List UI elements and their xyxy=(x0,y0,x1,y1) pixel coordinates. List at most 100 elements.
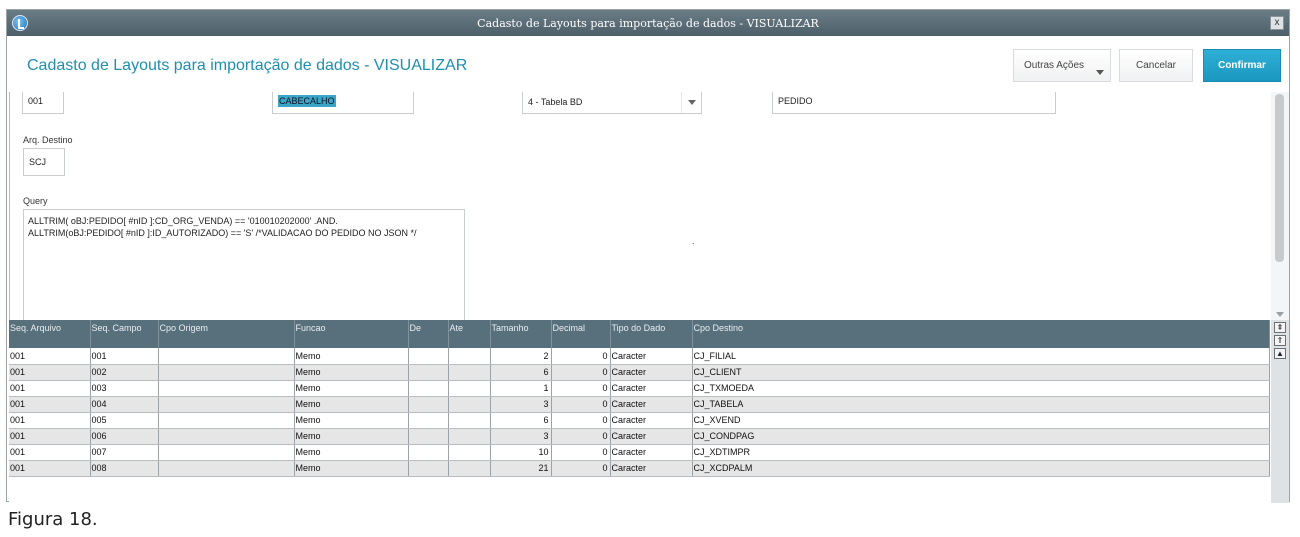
table-row[interactable]: 001 003 Memo 1 0 Caracter CJ_TXMOEDA xyxy=(9,380,1270,397)
seq-arquivo-field[interactable]: 001 xyxy=(22,92,64,114)
table-cell: Memo xyxy=(294,444,409,461)
table-cell: 0 xyxy=(551,428,611,445)
table-cell xyxy=(158,412,295,429)
table-row[interactable]: 001 004 Memo 3 0 Caracter CJ_TABELA xyxy=(9,396,1270,413)
table-cell: Caracter xyxy=(610,428,693,445)
table-cell: 3 xyxy=(490,396,552,413)
table-cell xyxy=(408,428,449,445)
arq-destino-field[interactable]: SCJ xyxy=(23,148,65,176)
window-title: Cadasto de Layouts para importação de da… xyxy=(477,17,819,30)
table-cell: 004 xyxy=(90,396,159,413)
table-cell: Memo xyxy=(294,364,409,381)
table-cell: 0 xyxy=(551,380,611,397)
col-header[interactable]: Seq. Arquivo xyxy=(9,320,91,348)
query-line: ALLTRIM(oBJ:PEDIDO[ #nID ]:ID_AUTORIZADO… xyxy=(28,228,417,238)
table-cell: 001 xyxy=(90,348,159,365)
table-cell xyxy=(408,460,449,477)
col-header[interactable]: De xyxy=(408,320,449,348)
outras-acoes-button[interactable]: Outras Ações xyxy=(1013,49,1111,82)
table-cell xyxy=(448,396,491,413)
scroll-up-icon[interactable]: ▲ xyxy=(1274,348,1286,359)
col-header[interactable]: Decimal xyxy=(551,320,611,348)
close-icon[interactable]: x xyxy=(1270,16,1284,30)
table-cell: 6 xyxy=(490,364,552,381)
table-cell: Caracter xyxy=(610,396,693,413)
scroll-top-icon[interactable]: ⇞ xyxy=(1274,322,1286,333)
table-cell xyxy=(158,396,295,413)
cancel-button[interactable]: Cancelar xyxy=(1119,49,1193,82)
table-cell: 001 xyxy=(9,412,91,429)
table-cell: 008 xyxy=(90,460,159,477)
tipo-field[interactable]: CABECALHO xyxy=(272,92,414,114)
table-cell xyxy=(158,380,295,397)
chevron-down-icon xyxy=(1096,70,1104,75)
table-row[interactable]: 001 006 Memo 3 0 Caracter CJ_CONDPAG xyxy=(9,428,1270,445)
page-title: Cadasto de Layouts para importação de da… xyxy=(27,57,468,74)
query-textarea[interactable]: ALLTRIM( oBJ:PEDIDO[ #nID ]:CD_ORG_VENDA… xyxy=(23,209,465,320)
table-cell: 0 xyxy=(551,364,611,381)
table-row[interactable]: 001 001 Memo 2 0 Caracter CJ_FILIAL xyxy=(9,348,1270,365)
table-row[interactable]: 001 007 Memo 10 0 Caracter CJ_XDTIMPR xyxy=(9,444,1270,461)
table-cell xyxy=(448,460,491,477)
table-cell: CJ_XDTIMPR xyxy=(692,444,1270,461)
table-cell xyxy=(448,428,491,445)
col-header[interactable]: Cpo Origem xyxy=(158,320,295,348)
table-cell: CJ_XCDPALM xyxy=(692,460,1270,477)
col-header[interactable]: Cpo Destino xyxy=(692,320,1270,348)
table-cell: 001 xyxy=(9,396,91,413)
table-cell xyxy=(158,364,295,381)
table-cell: Memo xyxy=(294,412,409,429)
table-cell: 1 xyxy=(490,380,552,397)
table-cell xyxy=(448,412,491,429)
dialog-window: Cadasto de Layouts para importação de da… xyxy=(6,9,1290,503)
col-header[interactable]: Seq. Campo xyxy=(90,320,159,348)
table-row[interactable]: 001 005 Memo 6 0 Caracter CJ_XVEND xyxy=(9,412,1270,429)
table-body: 001 001 Memo 2 0 Caracter CJ_FILIAL 001 002 Memo 6… xyxy=(9,348,1270,477)
table-cell: CJ_CONDPAG xyxy=(692,428,1270,445)
table-cell: Caracter xyxy=(610,412,693,429)
alias-field[interactable]: PEDIDO xyxy=(772,92,1056,114)
col-header[interactable]: Tamanho xyxy=(490,320,552,348)
arq-destino-label: Arq. Destino xyxy=(23,135,73,145)
table-cell xyxy=(448,348,491,365)
table-cell xyxy=(448,380,491,397)
origem-select-value: 4 - Tabela BD xyxy=(528,97,583,107)
table-cell: 21 xyxy=(490,460,552,477)
table-cell: Caracter xyxy=(610,364,693,381)
table-cell: 0 xyxy=(551,444,611,461)
table-cell: 0 xyxy=(551,348,611,365)
table-cell: 005 xyxy=(90,412,159,429)
table-row[interactable]: 001 002 Memo 6 0 Caracter CJ_CLIENT xyxy=(9,364,1270,381)
chevron-down-icon[interactable] xyxy=(681,92,701,113)
table-cell: 0 xyxy=(551,396,611,413)
scrollbar-thumb[interactable] xyxy=(1275,94,1284,262)
table-cell xyxy=(158,348,295,365)
table-cell: 001 xyxy=(9,380,91,397)
table-cell: CJ_XVEND xyxy=(692,412,1270,429)
col-header[interactable]: Tipo do Dado xyxy=(610,320,693,348)
form-scrollbar[interactable] xyxy=(1271,92,1289,320)
table-cell: 0 xyxy=(551,412,611,429)
title-bar: Cadasto de Layouts para importação de da… xyxy=(7,10,1289,36)
outras-acoes-label: Outras Ações xyxy=(1024,60,1085,71)
figure-caption: Figura 18. xyxy=(8,509,98,530)
origem-select[interactable]: 4 - Tabela BD xyxy=(522,92,702,114)
fields-grid: Seq. Arquivo Seq. Campo Cpo Origem Funca… xyxy=(9,320,1271,503)
confirm-button[interactable]: Confirmar xyxy=(1203,49,1281,82)
scroll-down-icon[interactable] xyxy=(1276,312,1284,317)
table-cell xyxy=(408,364,449,381)
table-cell: 6 xyxy=(490,412,552,429)
col-header[interactable]: Ate xyxy=(448,320,491,348)
table-cell: CJ_CLIENT xyxy=(692,364,1270,381)
table-cell: Memo xyxy=(294,348,409,365)
col-header[interactable]: Funcao xyxy=(294,320,409,348)
table-cell: 0 xyxy=(551,460,611,477)
table-row[interactable]: 001 008 Memo 21 0 Caracter CJ_XCDPALM xyxy=(9,460,1270,477)
scroll-page-up-icon[interactable]: ⇑ xyxy=(1274,335,1286,346)
table-cell: 003 xyxy=(90,380,159,397)
dialog-header: Cadasto de Layouts para importação de da… xyxy=(7,36,1289,92)
query-label: Query xyxy=(23,196,48,206)
table-cell: Caracter xyxy=(610,460,693,477)
table-cell: 006 xyxy=(90,428,159,445)
table-cell: 10 xyxy=(490,444,552,461)
